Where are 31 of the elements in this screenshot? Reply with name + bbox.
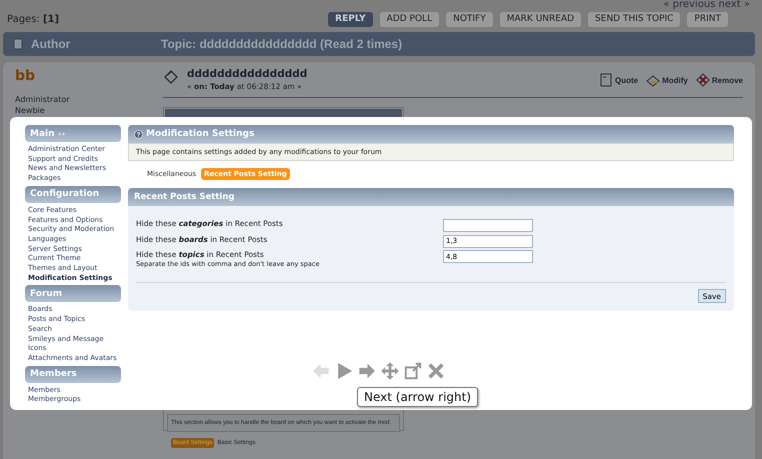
note-icon xyxy=(598,73,613,87)
settings-title: Recent Posts Setting xyxy=(134,192,234,202)
popout-icon[interactable] xyxy=(404,362,422,380)
topic-button[interactable]: MARK UNREAD xyxy=(500,12,582,26)
topic-button[interactable]: ADD POLL xyxy=(380,12,440,26)
post-action-link[interactable]: Quote xyxy=(598,73,638,87)
help-icon[interactable] xyxy=(134,130,143,138)
user-rank: Newbie xyxy=(15,105,46,116)
topic-button[interactable]: REPLY xyxy=(328,12,373,26)
document-icon xyxy=(13,38,23,50)
input-field[interactable] xyxy=(443,219,533,232)
play-icon[interactable] xyxy=(335,362,353,380)
post-icon xyxy=(163,69,179,85)
post-action-link[interactable]: Remove xyxy=(696,73,743,87)
topic-button[interactable]: PRINT xyxy=(687,12,728,26)
delete-icon xyxy=(696,73,710,87)
pages-label: Pages: [1] xyxy=(7,14,60,24)
close-icon[interactable] xyxy=(427,362,445,380)
topic-button[interactable]: NOTIFY xyxy=(446,12,493,26)
post-subject[interactable]: dddddddddddddddd xyxy=(187,68,599,80)
topic-button[interactable]: SEND THIS TOPIC xyxy=(588,12,680,26)
expand-icon[interactable] xyxy=(58,130,67,136)
topic-heading: Topic: dddddddddddddddd (Read 2 times) xyxy=(161,37,402,51)
user-role: Administrator xyxy=(15,94,71,105)
post-action-link[interactable]: Modify xyxy=(646,73,688,87)
right-arrow-icon[interactable] xyxy=(358,362,376,380)
edit-icon xyxy=(646,73,660,87)
tooltip: Next (arrow right) xyxy=(357,387,478,407)
section-title: Modification Settings xyxy=(146,129,254,139)
author-heading: Author xyxy=(31,37,72,51)
move-icon[interactable] xyxy=(381,362,399,380)
